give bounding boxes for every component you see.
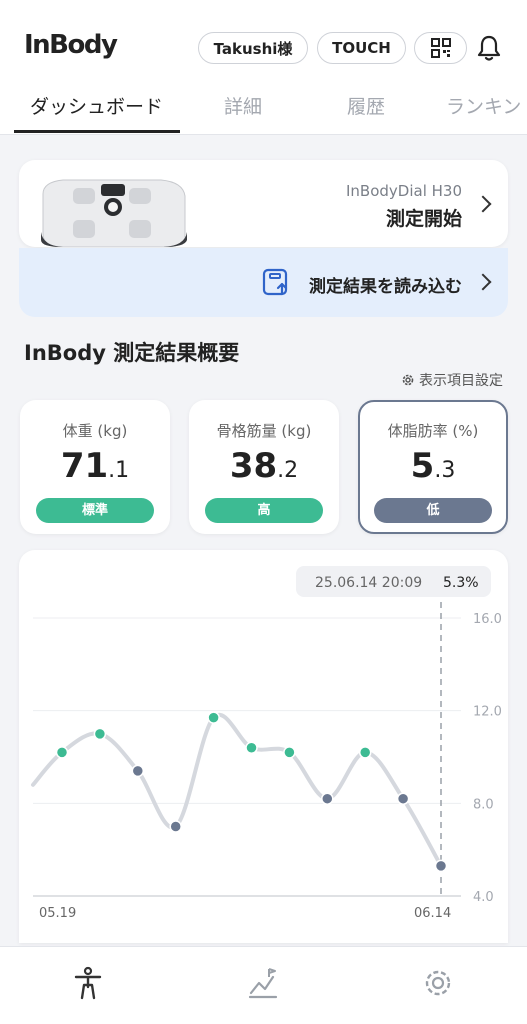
data-point xyxy=(245,741,258,754)
metric-card-weight[interactable]: 体重 (kg) 71.1 標準 xyxy=(20,400,170,534)
chevron-right-icon xyxy=(474,195,492,213)
chevron-right-icon xyxy=(474,273,492,291)
tooltip-value: 5.3% xyxy=(443,575,479,591)
body-fat-chart-card[interactable]: 16.0 12.0 8.0 4.0 25.06.14 20:09 5.3% 05.19 06.… xyxy=(19,550,508,943)
data-point xyxy=(55,746,69,759)
qr-button[interactable] xyxy=(414,32,467,64)
bell-icon[interactable] xyxy=(476,34,502,62)
data-point xyxy=(131,764,145,778)
metric-value: 38.2 xyxy=(229,446,299,486)
metric-card-body-fat[interactable]: 体脂肪率 (%) 5.3 低 xyxy=(358,400,508,534)
chart-icon[interactable] xyxy=(245,965,281,1001)
y-tick-label: 16.0 xyxy=(473,612,502,627)
metric-card-skeletal-muscle[interactable]: 骨格筋量 (kg) 38.2 高 xyxy=(189,400,339,534)
metric-value: 71.1 xyxy=(60,446,130,486)
data-point xyxy=(207,711,220,724)
data-point xyxy=(396,792,410,805)
tab-details[interactable]: 詳細 xyxy=(224,92,262,119)
inbody-logo: InBody xyxy=(24,30,118,60)
tab-history[interactable]: 履歴 xyxy=(347,92,385,119)
bottom-navigation xyxy=(0,946,527,1024)
y-tick-label: 8.0 xyxy=(473,797,494,812)
import-upload-icon xyxy=(262,268,288,296)
start-measurement-card[interactable]: InBodyDial H30 測定開始 xyxy=(19,160,508,247)
y-tick-label: 12.0 xyxy=(473,705,502,720)
display-settings-link[interactable]: 表示項目設定 xyxy=(401,370,503,390)
tab-ranking[interactable]: ランキン xyxy=(446,92,521,119)
tab-bar: ダッシュボード 詳細 履歴 ランキン xyxy=(0,88,527,134)
data-point xyxy=(434,859,448,873)
display-settings-label: 表示項目設定 xyxy=(419,373,503,389)
status-badge: 標準 xyxy=(36,498,154,523)
app-header: InBody Takushi様 TOUCH ダッシュボード 詳細 履歴 ランキン xyxy=(0,0,527,135)
summary-title: InBody 測定結果概要 xyxy=(24,341,240,365)
tooltip-date: 25.06.14 20:09 xyxy=(315,575,422,591)
import-results-card[interactable]: 測定結果を読み込む xyxy=(19,248,508,317)
import-results-label: 測定結果を読み込む xyxy=(309,277,462,297)
metric-label: 骨格筋量 (kg) xyxy=(216,422,312,440)
data-point xyxy=(169,820,182,833)
tab-dashboard[interactable]: ダッシュボード xyxy=(30,92,163,119)
start-measurement-label: 測定開始 xyxy=(385,208,462,230)
device-name: InBodyDial H30 xyxy=(345,182,462,200)
settings-gear-icon[interactable] xyxy=(420,965,456,1001)
metric-label: 体脂肪率 (%) xyxy=(387,422,479,440)
person-icon[interactable] xyxy=(70,965,106,1001)
qr-code-icon xyxy=(430,38,451,58)
status-badge: 低 xyxy=(374,498,492,523)
gear-icon xyxy=(402,374,414,386)
scale-device-image xyxy=(41,179,187,247)
status-badge: 高 xyxy=(205,498,323,523)
body-fat-line-chart[interactable]: 16.0 12.0 8.0 4.0 25.06.14 20:09 5.3% 05.19 06.… xyxy=(19,550,508,943)
touch-button[interactable]: TOUCH xyxy=(317,32,406,64)
data-point xyxy=(283,746,296,759)
user-button[interactable]: Takushi様 xyxy=(198,32,308,64)
data-point xyxy=(321,792,334,805)
y-tick-label: 4.0 xyxy=(473,890,494,905)
data-point xyxy=(93,727,107,741)
tab-active-indicator xyxy=(14,130,180,133)
x-tick-label: 06.14 xyxy=(414,906,451,921)
data-point xyxy=(358,746,372,759)
x-tick-label: 05.19 xyxy=(39,906,76,921)
series-line xyxy=(31,713,443,868)
metric-value: 5.3 xyxy=(410,446,456,486)
metric-label: 体重 (kg) xyxy=(62,422,128,440)
